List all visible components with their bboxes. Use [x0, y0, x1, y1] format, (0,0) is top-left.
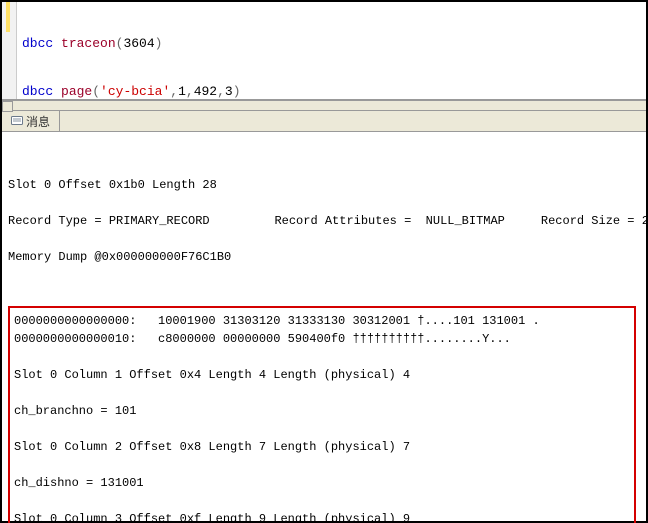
- editor-gutter: [2, 2, 17, 99]
- fn-page: page: [53, 84, 92, 99]
- output-line: Memory Dump @0x000000000F76C1B0: [8, 248, 640, 266]
- fn-traceon: traceon: [53, 36, 115, 51]
- output-line: [14, 456, 630, 474]
- splitter-handle[interactable]: [2, 101, 13, 112]
- change-marker: [6, 2, 10, 32]
- output-line: [14, 420, 630, 438]
- paren-close: ): [155, 36, 163, 51]
- output-line: 0000000000000010: c8000000 00000000 5904…: [14, 330, 630, 348]
- code-lines: dbcc traceon(3604) dbcc page('cy-bcia',1…: [22, 4, 241, 132]
- splitter[interactable]: [2, 100, 646, 111]
- output-line: Slot 0 Column 3 Offset 0xf Length 9 Leng…: [14, 510, 630, 523]
- output-line: Record Type = PRIMARY_RECORD Record Attr…: [8, 212, 640, 230]
- keyword-dbcc: dbcc: [22, 36, 53, 51]
- output-line: [14, 348, 630, 366]
- output-line: [14, 492, 630, 510]
- arg-str: 'cy-bcia': [100, 84, 170, 99]
- output-line: ch_branchno = 101: [14, 402, 630, 420]
- output-line: Slot 0 Offset 0x1b0 Length 28: [8, 176, 640, 194]
- output-pane[interactable]: Slot 0 Offset 0x1b0 Length 28 Record Typ…: [2, 132, 646, 523]
- code-line-2: dbcc page('cy-bcia',1,492,3): [22, 84, 241, 100]
- highlighted-output: 0000000000000000: 10001900 31303120 3133…: [8, 306, 636, 523]
- output-line: [8, 230, 640, 248]
- paren-close: ): [233, 84, 241, 99]
- arg-3604: 3604: [123, 36, 154, 51]
- output-line: Slot 0 Column 1 Offset 0x4 Length 4 Leng…: [14, 366, 630, 384]
- messages-icon: [11, 115, 23, 127]
- output-line: [8, 194, 640, 212]
- output-line: Slot 0 Column 2 Offset 0x8 Length 7 Leng…: [14, 438, 630, 456]
- output-line: 0000000000000000: 10001900 31303120 3133…: [14, 312, 630, 330]
- paren-open: (: [92, 84, 100, 99]
- output-line: ch_dishno = 131001: [14, 474, 630, 492]
- code-line-1: dbcc traceon(3604): [22, 36, 241, 52]
- code-editor[interactable]: dbcc traceon(3604) dbcc page('cy-bcia',1…: [2, 2, 646, 100]
- output-pre-lines: Slot 0 Offset 0x1b0 Length 28 Record Typ…: [8, 176, 640, 266]
- output-line: [14, 384, 630, 402]
- keyword-dbcc: dbcc: [22, 84, 53, 99]
